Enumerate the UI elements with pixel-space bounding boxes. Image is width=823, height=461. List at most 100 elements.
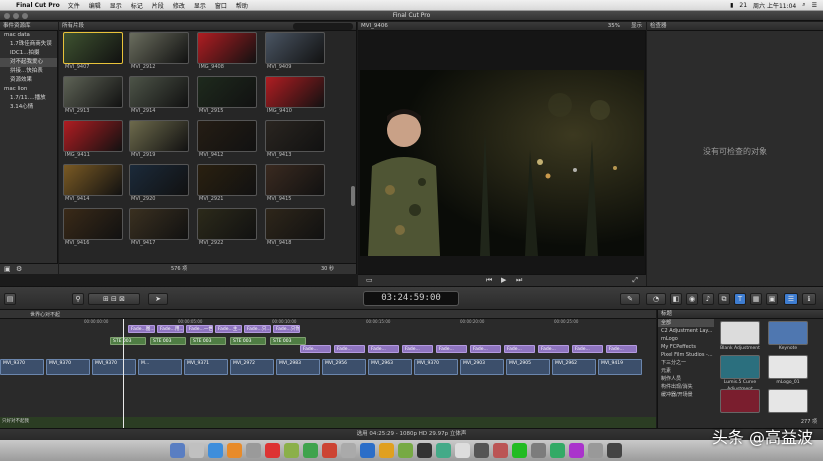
duration-zoom[interactable]: 30 秒 (321, 265, 334, 272)
title-thumbnail[interactable] (768, 355, 808, 379)
clip-item[interactable]: MVI_9414 (63, 164, 123, 204)
dock-app-icon[interactable] (360, 443, 375, 458)
clip-thumbnail[interactable] (63, 164, 123, 196)
menu-modify[interactable]: 修改 (173, 1, 185, 10)
clip-item[interactable]: MVI_9418 (265, 208, 325, 248)
inspector-toggle-button[interactable]: ℹ (802, 293, 816, 305)
title-template[interactable] (720, 389, 760, 413)
view-menu[interactable]: 显示 (631, 22, 642, 31)
title-thumbnail[interactable] (720, 355, 760, 379)
video-clip[interactable]: MVI_2962 (552, 359, 596, 375)
title-clip[interactable]: Fade... (504, 345, 535, 353)
dock-app-icon[interactable] (455, 443, 470, 458)
title-clip[interactable]: Fade...只... (244, 325, 271, 333)
video-clip[interactable]: M... (138, 359, 182, 375)
edit-buttons[interactable]: ⊞ ⊟ ⊠ (88, 293, 140, 305)
dock-app-icon[interactable] (227, 443, 242, 458)
dock-app-icon[interactable] (379, 443, 394, 458)
title-thumbnail[interactable] (768, 321, 808, 345)
clip-thumbnail[interactable] (197, 32, 257, 64)
clip-thumbnail[interactable] (129, 164, 189, 196)
connected-clip[interactable]: STE 003 (230, 337, 266, 345)
minimize-window-button[interactable] (13, 13, 19, 19)
clip-item[interactable]: MVI_2914 (129, 76, 189, 116)
titles-browser-button[interactable]: T (734, 293, 746, 305)
title-clip[interactable]: Fade... (368, 345, 399, 353)
clip-thumbnail[interactable] (197, 76, 257, 108)
library-item[interactable]: 资源效果 (0, 76, 57, 85)
connected-clip[interactable]: STE 003 (150, 337, 186, 345)
dock-app-icon[interactable] (588, 443, 603, 458)
event-library-toggle[interactable]: ▤ (4, 293, 16, 305)
titles-category[interactable]: 缓冲器/开场景 (658, 391, 714, 399)
dock-app-icon[interactable] (246, 443, 261, 458)
title-clip[interactable]: Fade... (402, 345, 433, 353)
clip-item[interactable]: MVI_9417 (129, 208, 189, 248)
clip-item[interactable]: MVI_2912 (129, 32, 189, 72)
connected-clip[interactable]: STE 003 (190, 337, 226, 345)
clip-item[interactable]: MVI_9407 (63, 32, 123, 72)
video-clip[interactable]: MVI_9370 (414, 359, 458, 375)
dock-app-icon[interactable] (607, 443, 622, 458)
dock-app-icon[interactable] (341, 443, 356, 458)
clip-thumbnail[interactable] (265, 120, 325, 152)
timecode-display[interactable]: 03:24:59:00 (363, 291, 459, 306)
titles-category[interactable]: 元素 (658, 367, 714, 375)
clip-item[interactable]: MVI_2913 (63, 76, 123, 116)
search-icon[interactable]: ⌕ (802, 1, 805, 9)
menu-edit[interactable]: 编辑 (89, 1, 101, 10)
dock-app-icon[interactable] (398, 443, 413, 458)
clip-item[interactable]: MVI_9413 (265, 120, 325, 160)
dock-app-icon[interactable] (322, 443, 337, 458)
title-clip[interactable]: Fade... (606, 345, 637, 353)
video-clip[interactable]: MVI_2963 (368, 359, 412, 375)
clip-thumbnail[interactable] (129, 208, 189, 240)
video-clip[interactable]: MVI_9370 (0, 359, 44, 375)
library-item[interactable]: mac data (0, 31, 57, 40)
clip-item[interactable]: MVI_2919 (129, 120, 189, 160)
clip-item[interactable]: MVI_9416 (63, 208, 123, 248)
titles-category[interactable]: 构件出现/消失 (658, 383, 714, 391)
enhance-button[interactable]: ✎ (620, 293, 640, 305)
battery-icon[interactable]: ▮ (730, 2, 733, 9)
view-options-icon[interactable]: ▭ (366, 276, 373, 284)
menu-mark[interactable]: 标记 (131, 1, 143, 10)
library-item[interactable]: 对不起我爱心 (0, 58, 57, 67)
keyword-icon[interactable]: ⚲ (72, 293, 84, 305)
dock-app-icon[interactable] (265, 443, 280, 458)
dock-app-icon[interactable] (208, 443, 223, 458)
library-item[interactable]: 3.14心情 (0, 103, 57, 112)
filmstrip-icon[interactable]: ▣ (4, 265, 11, 273)
clock[interactable]: 周六 上午11:04 (753, 1, 796, 10)
close-window-button[interactable] (4, 13, 10, 19)
dock-app-icon[interactable] (531, 443, 546, 458)
clip-item[interactable]: MVI_2915 (197, 76, 257, 116)
menu-file[interactable]: 文件 (68, 1, 80, 10)
retime-button[interactable]: ◔ (646, 293, 666, 305)
titles-category[interactable]: Pixel Film Studios -... (658, 351, 714, 359)
select-tool-button[interactable]: ➤ (148, 293, 168, 305)
titles-category[interactable]: 下三分之一 (658, 359, 714, 367)
menu-window[interactable]: 窗口 (215, 1, 227, 10)
playhead[interactable] (123, 319, 124, 428)
title-thumbnail[interactable] (768, 389, 808, 413)
titles-category[interactable]: 全部 (658, 319, 714, 327)
title-clip[interactable]: Fade... (334, 345, 365, 353)
clip-thumbnail[interactable] (197, 164, 257, 196)
menu-clip[interactable]: 片段 (152, 1, 164, 10)
library-item[interactable]: mac lion (0, 85, 57, 94)
menu-view[interactable]: 显示 (110, 1, 122, 10)
clip-thumbnail[interactable] (197, 208, 257, 240)
video-clip[interactable]: MVI_9370 (92, 359, 136, 375)
title-template[interactable]: mLogo_01 (768, 355, 808, 386)
title-clip[interactable]: Fade...一世走... (186, 325, 213, 333)
video-clip[interactable]: MVI_2972 (230, 359, 274, 375)
title-template[interactable]: Blank Adjustment (720, 321, 760, 352)
library-item[interactable]: IDC1...拍摄 (0, 49, 57, 58)
titles-category[interactable]: C2 Adjustment Lay... (658, 327, 714, 335)
clip-thumbnail[interactable] (265, 164, 325, 196)
clip-thumbnail[interactable] (63, 120, 123, 152)
browser-scrollbar[interactable] (351, 186, 355, 206)
dock-app-icon[interactable] (189, 443, 204, 458)
timeline-tracks[interactable]: Fade...图...Fade...用...Fade...一世走...Fade.… (0, 325, 656, 417)
